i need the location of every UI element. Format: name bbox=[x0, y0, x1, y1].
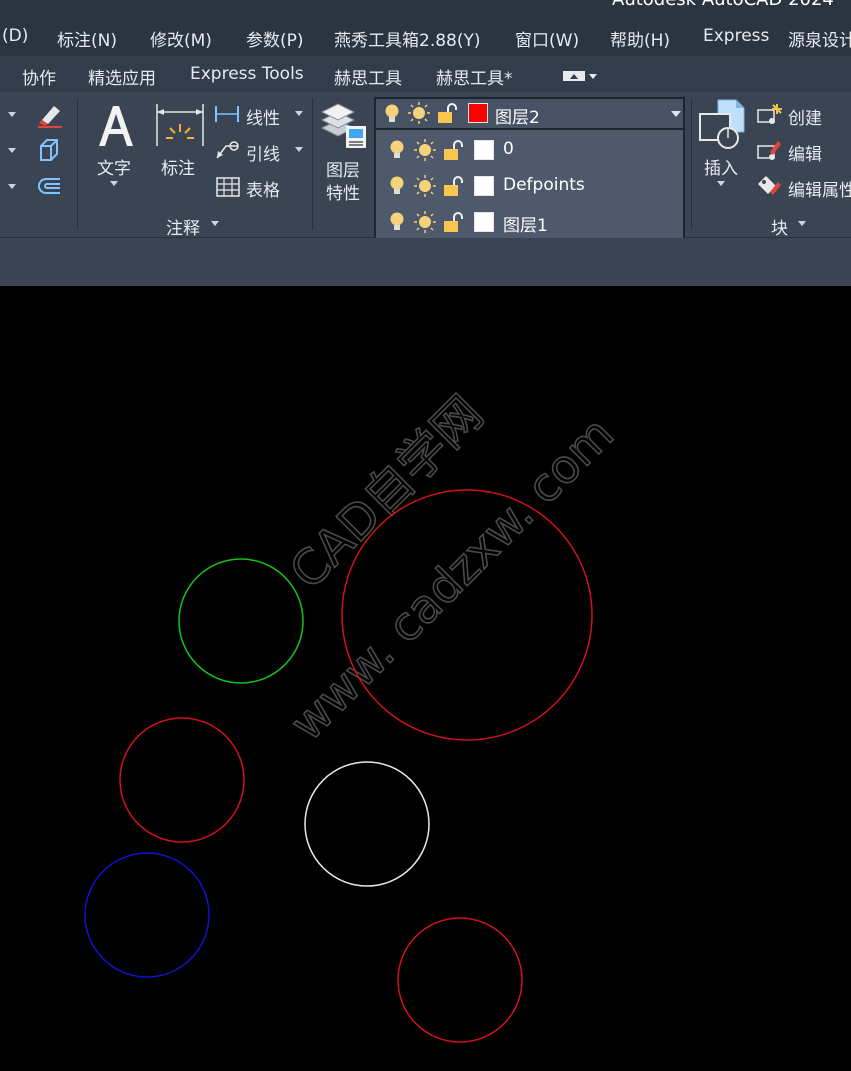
circle-red-bottom[interactable] bbox=[397, 917, 523, 1043]
text-icon[interactable] bbox=[95, 102, 137, 148]
menu-yuanquan[interactable]: 源泉设计 bbox=[788, 26, 851, 51]
layer-list-item[interactable]: 0 bbox=[378, 133, 683, 167]
layer-on-bulb-icon[interactable] bbox=[388, 140, 406, 160]
annotation-panel-label[interactable]: 注释 bbox=[166, 214, 200, 239]
menu-window[interactable]: 窗口(W) bbox=[515, 26, 579, 51]
ribbon-tab-bar: 协作 精选应用 Express Tools 赫思工具 赫思工具* bbox=[0, 56, 851, 92]
layer-on-bulb-icon[interactable] bbox=[383, 104, 401, 124]
menu-modify[interactable]: 修改(M) bbox=[150, 26, 212, 51]
leader-dropdown-icon[interactable] bbox=[295, 147, 303, 152]
circle-red-left[interactable] bbox=[119, 717, 245, 843]
linear-dim-icon[interactable] bbox=[214, 104, 240, 124]
circle-white[interactable] bbox=[304, 761, 430, 887]
drawing-canvas[interactable]: CAD自学网 www. cadzxw. com bbox=[0, 286, 851, 1071]
linear-dropdown-icon[interactable] bbox=[295, 111, 303, 116]
offset-icon[interactable] bbox=[36, 174, 64, 198]
leader-icon[interactable] bbox=[214, 138, 240, 160]
tab-hesi-tools-star[interactable]: 赫思工具* bbox=[436, 64, 513, 89]
circle-blue[interactable] bbox=[84, 852, 210, 978]
layer-thaw-sun-icon[interactable] bbox=[414, 211, 436, 233]
insert-label[interactable]: 插入 bbox=[704, 154, 738, 179]
dimension-icon[interactable] bbox=[154, 102, 206, 148]
layer-name: Defpoints bbox=[503, 175, 585, 195]
tab-overflow-icon[interactable] bbox=[562, 69, 598, 83]
menu-parametric[interactable]: 参数(P) bbox=[246, 26, 304, 51]
text-dropdown-icon[interactable] bbox=[110, 181, 118, 186]
dropdown-arrow-icon[interactable] bbox=[8, 148, 16, 153]
layer-name: 图层1 bbox=[503, 216, 548, 236]
layer-thaw-sun-icon[interactable] bbox=[414, 139, 436, 161]
text-button-label[interactable]: 文字 bbox=[97, 154, 131, 179]
tab-featured-apps[interactable]: 精选应用 bbox=[88, 64, 156, 89]
menu-express[interactable]: Express bbox=[703, 26, 769, 46]
layer-combobox[interactable]: 图层2 bbox=[374, 97, 685, 130]
menu-bar: (D) 标注(N) 修改(M) 参数(P) 燕秀工具箱2.88(Y) 窗口(W)… bbox=[0, 20, 851, 56]
edit-block-label[interactable]: 编辑 bbox=[788, 140, 822, 165]
circle-green[interactable] bbox=[178, 558, 304, 684]
edit-block-icon[interactable] bbox=[756, 138, 782, 162]
dropdown-arrow-icon[interactable] bbox=[8, 112, 16, 117]
layer-color-swatch[interactable] bbox=[474, 212, 494, 232]
block-panel-expand-icon[interactable] bbox=[798, 221, 806, 226]
current-layer-color-swatch bbox=[468, 103, 488, 123]
linear-dim-label[interactable]: 线性 bbox=[246, 104, 280, 129]
app-title: Autodesk AutoCAD 2024 bbox=[612, 0, 834, 10]
layer-unlock-icon[interactable] bbox=[442, 175, 464, 197]
watermark: CAD自学网 www. cadzxw. com bbox=[279, 385, 625, 752]
layer-properties-label-1[interactable]: 图层 bbox=[326, 156, 360, 181]
panel-separator bbox=[312, 98, 313, 230]
layer-color-swatch[interactable] bbox=[474, 176, 494, 196]
layer-name: 0 bbox=[503, 139, 514, 159]
menu-dimension[interactable]: 标注(N) bbox=[57, 26, 117, 51]
create-block-icon[interactable] bbox=[756, 102, 782, 126]
layer-properties-label-2[interactable]: 特性 bbox=[326, 179, 360, 204]
title-bar: Autodesk AutoCAD 2024 bbox=[0, 0, 851, 20]
leader-label[interactable]: 引线 bbox=[246, 140, 280, 165]
layer-unlock-icon[interactable] bbox=[436, 102, 458, 124]
table-icon[interactable] bbox=[216, 177, 240, 197]
edit-attributes-label[interactable]: 编辑属性 bbox=[788, 176, 851, 201]
layer-unlock-icon[interactable] bbox=[442, 139, 464, 161]
dropdown-arrow-icon[interactable] bbox=[8, 184, 16, 189]
layer-properties-icon[interactable] bbox=[318, 100, 368, 150]
panel-separator bbox=[77, 98, 78, 230]
menu-help[interactable]: 帮助(H) bbox=[610, 26, 670, 51]
eraser-icon[interactable] bbox=[36, 102, 64, 128]
table-label[interactable]: 表格 bbox=[246, 176, 280, 201]
box-3d-icon[interactable] bbox=[36, 137, 64, 163]
create-block-label[interactable]: 创建 bbox=[788, 104, 822, 129]
layer-list-item[interactable]: 图层1 bbox=[378, 205, 683, 239]
insert-dropdown-icon[interactable] bbox=[717, 181, 725, 186]
dimension-button-label[interactable]: 标注 bbox=[161, 154, 195, 179]
panel-separator bbox=[691, 98, 692, 230]
menu-draw[interactable]: (D) bbox=[2, 26, 28, 46]
layer-on-bulb-icon[interactable] bbox=[388, 212, 406, 232]
current-layer-name: 图层2 bbox=[495, 108, 540, 128]
insert-block-icon[interactable] bbox=[698, 98, 748, 150]
layer-thaw-sun-icon[interactable] bbox=[408, 102, 430, 124]
block-panel-label[interactable]: 块 bbox=[771, 214, 788, 239]
layer-unlock-icon[interactable] bbox=[442, 211, 464, 233]
layer-list-item[interactable]: Defpoints bbox=[378, 169, 683, 203]
tab-collaborate[interactable]: 协作 bbox=[22, 64, 56, 89]
layer-color-swatch[interactable] bbox=[474, 140, 494, 160]
layer-thaw-sun-icon[interactable] bbox=[414, 175, 436, 197]
edit-attributes-icon[interactable] bbox=[756, 174, 782, 198]
annotation-panel-expand-icon[interactable] bbox=[211, 221, 219, 226]
tab-hesi-tools[interactable]: 赫思工具 bbox=[334, 64, 402, 89]
ribbon-collapsed-strip bbox=[0, 238, 851, 286]
chevron-down-icon[interactable] bbox=[671, 111, 681, 117]
menu-yanxiu-toolbox[interactable]: 燕秀工具箱2.88(Y) bbox=[334, 26, 481, 51]
layer-on-bulb-icon[interactable] bbox=[388, 176, 406, 196]
tab-express-tools[interactable]: Express Tools bbox=[190, 64, 304, 84]
